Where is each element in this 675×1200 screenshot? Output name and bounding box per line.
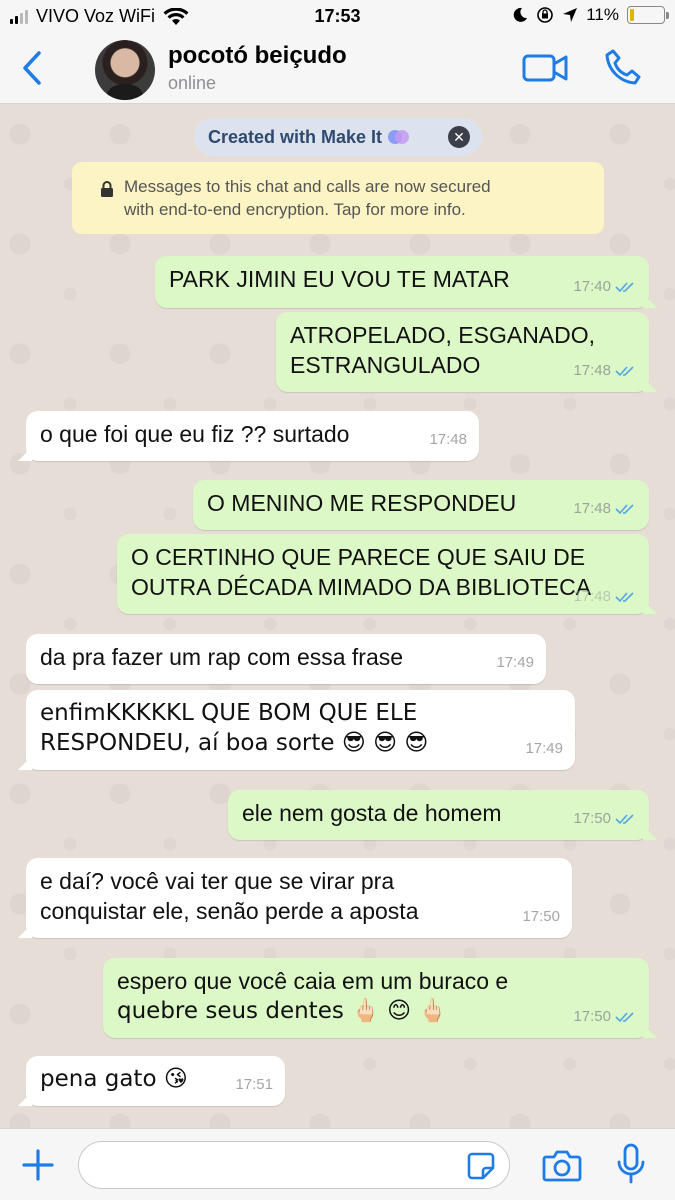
message-meta: 17:50	[522, 902, 560, 932]
camera-button[interactable]	[542, 1147, 582, 1183]
message-text: O MENINO ME RESPONDEU	[207, 490, 517, 516]
message-time: 17:48	[429, 431, 467, 448]
chevron-left-icon	[23, 51, 41, 85]
message-meta: 17:49	[496, 648, 534, 678]
microphone-icon	[617, 1143, 645, 1184]
camera-icon	[542, 1150, 582, 1182]
chat-area[interactable]: Created with Make It ✕ Messages to this …	[0, 104, 675, 1128]
battery-icon	[627, 6, 669, 24]
message-text: quebre seus dentes 🖕🏻 😊 🖕🏻	[117, 998, 448, 1024]
battery-percentage: 11%	[586, 5, 619, 24]
sticker-icon	[467, 1152, 495, 1180]
status-right: 11%	[512, 5, 669, 25]
encryption-line-1: Messages to this chat and calls are now …	[124, 177, 491, 196]
message-meta: 17:48	[573, 356, 637, 386]
video-camera-icon	[522, 54, 568, 82]
message-incoming[interactable]: e daí? você vai ter que se virar pra con…	[18, 858, 572, 938]
message-time: 17:48	[573, 588, 611, 605]
lock-icon	[101, 181, 113, 197]
message-text: conquistar ele, senão perde a aposta	[40, 898, 419, 924]
made-with-banner[interactable]: Created with Make It ✕	[194, 118, 482, 156]
message-text: espero que você caia em um buraco e	[117, 968, 509, 994]
encryption-notice[interactable]: Messages to this chat and calls are now …	[72, 162, 604, 234]
message-time: 17:50	[573, 810, 611, 827]
message-input[interactable]	[78, 1141, 510, 1189]
back-button[interactable]	[14, 48, 50, 88]
message-outgoing[interactable]: PARK JIMIN EU VOU TE MATAR 17:40	[155, 256, 657, 308]
message-text: o que foi que eu fiz ?? surtado	[40, 421, 350, 447]
message-time: 17:50	[573, 1008, 611, 1025]
microphone-button[interactable]	[616, 1143, 646, 1185]
double-check-icon	[615, 1012, 634, 1023]
message-text: ATROPELADO, ESGANADO,	[290, 322, 596, 348]
message-meta: 17:48	[573, 494, 637, 524]
double-check-icon	[615, 504, 634, 515]
message-incoming[interactable]: da pra fazer um rap com essa frase 17:49	[26, 634, 546, 684]
message-outgoing[interactable]: ATROPELADO, ESGANADO, ESTRANGULADO 17:48	[276, 312, 657, 392]
message-text: PARK JIMIN EU VOU TE MATAR	[169, 266, 510, 292]
message-time: 17:50	[522, 908, 560, 925]
message-text: da pra fazer um rap com essa frase	[40, 644, 404, 670]
message-time: 17:49	[525, 740, 563, 757]
sticker-button[interactable]	[466, 1151, 496, 1181]
message-meta: 17:51	[235, 1070, 273, 1100]
message-time: 17:40	[573, 278, 611, 295]
plus-icon	[22, 1149, 54, 1181]
message-time: 17:48	[573, 500, 611, 517]
make-it-logo-icon	[388, 128, 410, 146]
chat-header: pocotó beiçudo online	[0, 34, 675, 104]
message-meta: 17:49	[525, 734, 563, 764]
message-meta: 17:48	[429, 425, 467, 455]
contact-avatar[interactable]	[95, 40, 155, 100]
message-text: enfimKKKKKL QUE BOM QUE ELE	[40, 700, 418, 726]
message-time: 17:48	[573, 362, 611, 379]
location-arrow-icon	[563, 8, 578, 22]
phone-icon	[605, 49, 641, 85]
message-time: 17:49	[496, 654, 534, 671]
message-text: e daí? você vai ter que se virar pra	[40, 868, 395, 894]
close-icon[interactable]: ✕	[448, 126, 470, 148]
message-meta: 17:40	[573, 272, 637, 302]
message-text: OUTRA DÉCADA MIMADO DA BIBLIOTECA	[131, 574, 592, 600]
message-time: 17:51	[235, 1076, 273, 1093]
banner-text: Created with Make It	[208, 126, 383, 147]
double-check-icon	[615, 366, 634, 377]
message-incoming[interactable]: enfimKKKKKL QUE BOM QUE ELE RESPONDEU, a…	[18, 690, 575, 770]
contact-status: online	[168, 73, 217, 93]
video-call-button[interactable]	[522, 52, 568, 84]
double-check-icon	[615, 592, 634, 603]
contact-name[interactable]: pocotó beiçudo	[168, 42, 347, 70]
message-text: RESPONDEU, aí boa sorte 😎 😎 😎	[40, 730, 429, 756]
moon-icon	[513, 7, 528, 22]
voice-call-button[interactable]	[604, 48, 642, 86]
message-meta: 17:50	[573, 1002, 637, 1032]
input-bar	[0, 1128, 675, 1200]
message-outgoing[interactable]: ele nem gosta de homem 17:50	[228, 790, 657, 840]
message-text: O CERTINHO QUE PARECE QUE SAIU DE	[131, 544, 586, 570]
status-bar: VIVO Voz WiFi 17:53 11%	[0, 0, 675, 34]
double-check-icon	[615, 814, 634, 825]
message-incoming[interactable]: o que foi que eu fiz ?? surtado 17:48	[18, 411, 479, 461]
orientation-lock-icon	[537, 7, 554, 23]
message-meta: 17:48	[573, 582, 637, 612]
message-outgoing[interactable]: O CERTINHO QUE PARECE QUE SAIU DE OUTRA …	[117, 534, 657, 614]
attach-button[interactable]	[20, 1147, 56, 1183]
double-check-icon	[615, 282, 634, 293]
message-outgoing[interactable]: espero que você caia em um buraco e queb…	[103, 958, 657, 1038]
message-outgoing[interactable]: O MENINO ME RESPONDEU 17:48	[193, 480, 649, 530]
message-meta: 17:50	[573, 804, 637, 834]
message-incoming[interactable]: pena gato 😘 17:51	[18, 1056, 285, 1106]
encryption-line-2: with end-to-end encryption. Tap for more…	[124, 200, 466, 219]
